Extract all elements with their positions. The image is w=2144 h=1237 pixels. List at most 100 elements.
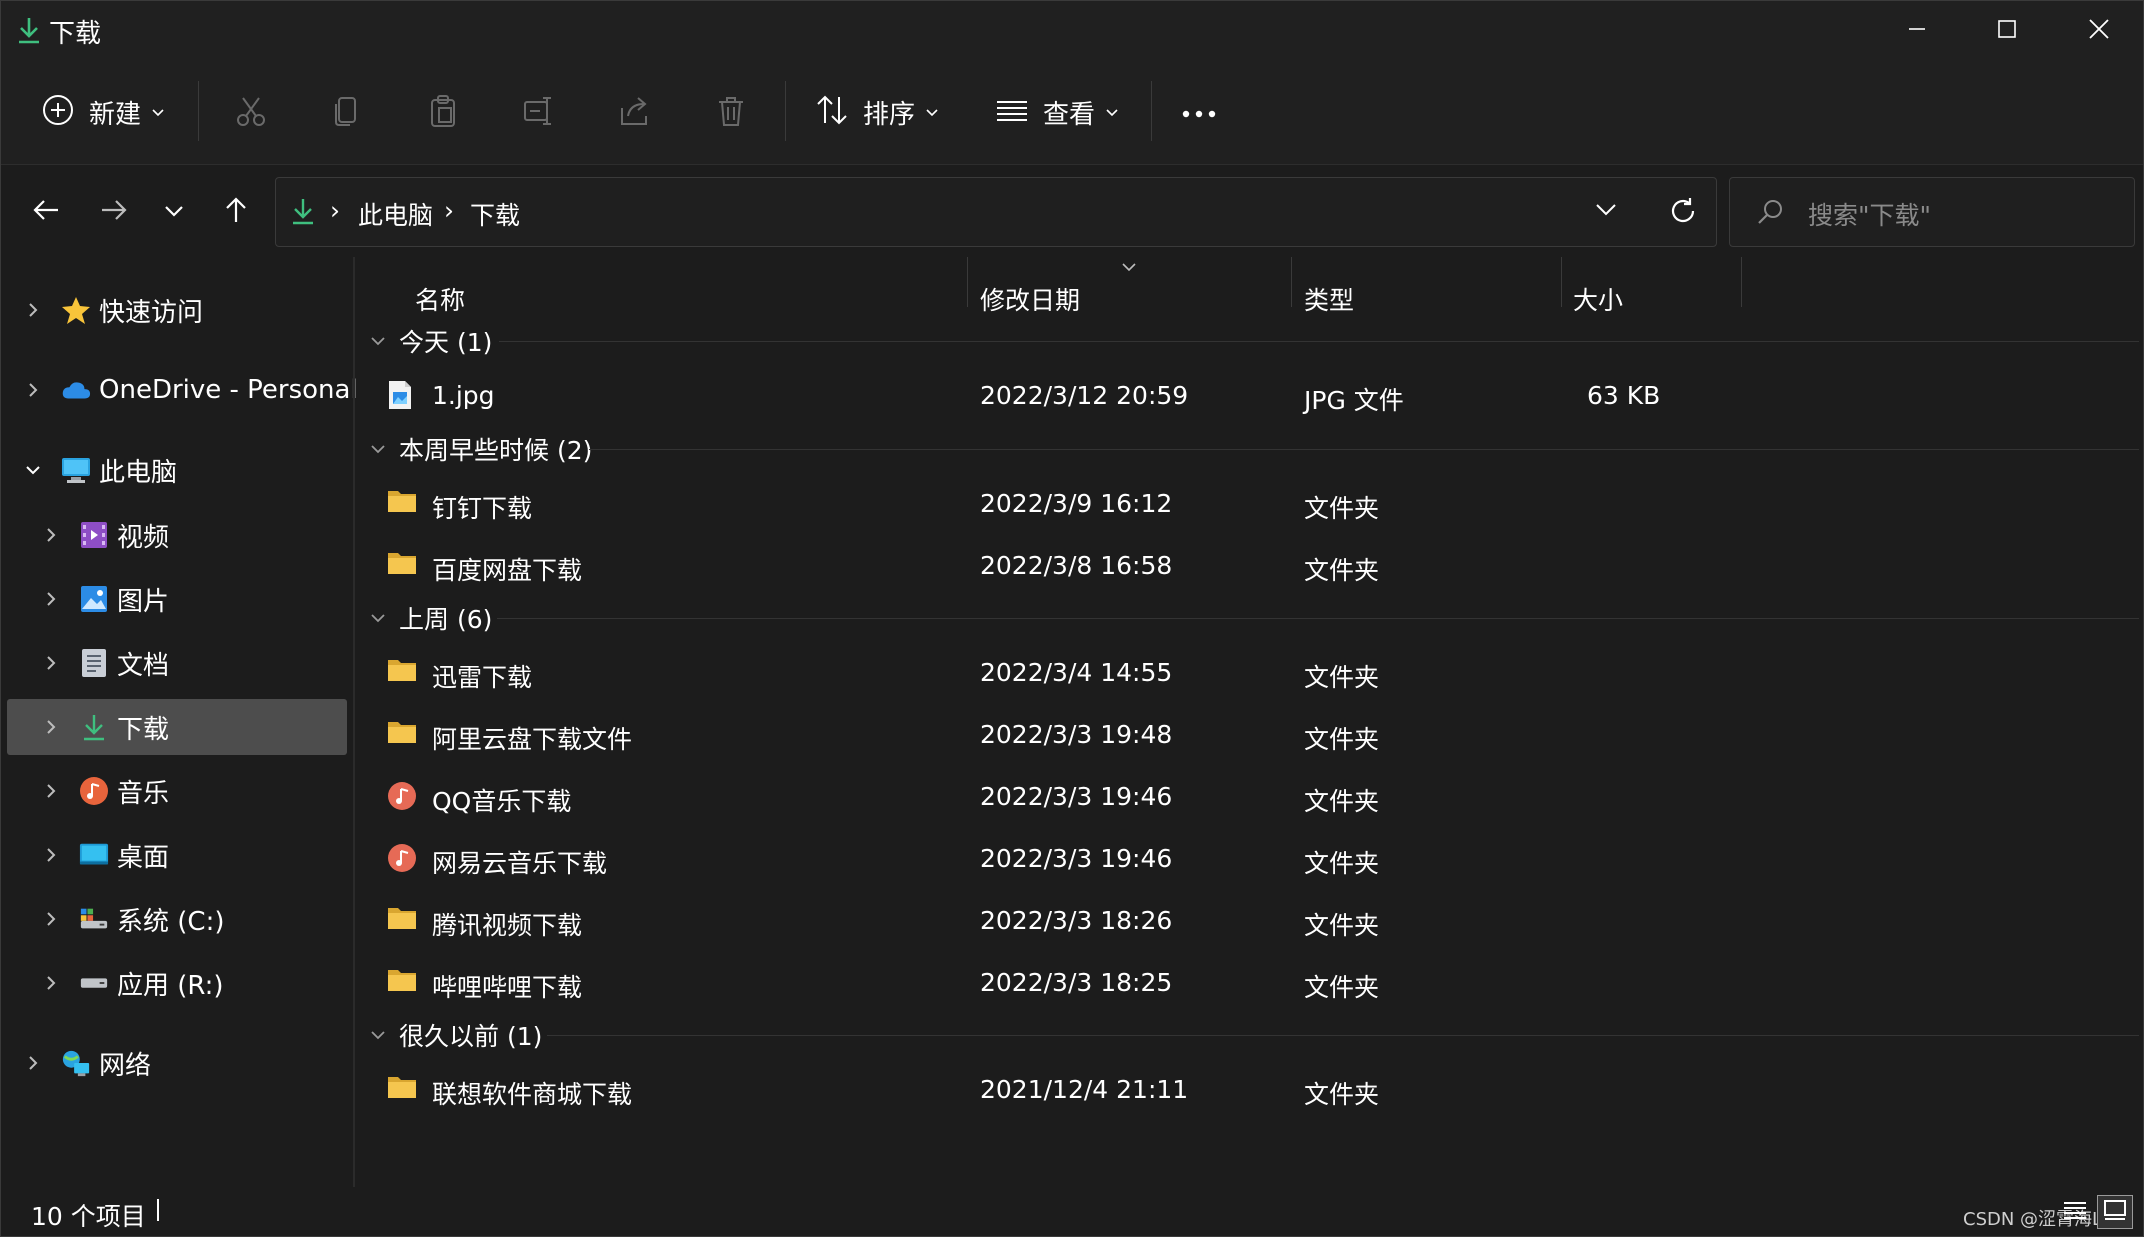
file-type: 文件夹: [1304, 556, 1380, 585]
details-view-button[interactable]: [2057, 1195, 2093, 1229]
sidebar-item-music[interactable]: 音乐: [7, 763, 347, 819]
chevron-right-icon[interactable]: [23, 1053, 43, 1073]
column-separator[interactable]: [1291, 257, 1292, 307]
chevron-right-icon[interactable]: [41, 717, 61, 737]
group-divider: [499, 341, 2139, 342]
refresh-button[interactable]: [1668, 196, 1698, 230]
rename-button[interactable]: [511, 85, 567, 141]
file-date: 2022/3/3 19:46: [980, 782, 1173, 811]
network-icon: [61, 1048, 91, 1078]
chevron-right-icon[interactable]: [41, 589, 61, 609]
file-row[interactable]: 联想软件商城下载 2021/12/4 21:11 文件夹: [387, 1061, 2087, 1117]
column-header-date[interactable]: 修改日期: [980, 281, 1080, 317]
group-label: 很久以前 (1): [399, 1022, 543, 1051]
minimize-button[interactable]: [1871, 1, 1963, 57]
file-row[interactable]: 1.jpg 2022/3/12 20:59 JPG 文件 63 KB: [387, 367, 2087, 423]
copy-icon: [330, 94, 364, 132]
chevron-right-icon[interactable]: [41, 909, 61, 929]
breadcrumb-downloads[interactable]: 下载: [470, 196, 520, 232]
more-options-button[interactable]: [1171, 85, 1227, 141]
sidebar-item-desktop[interactable]: 桌面: [7, 827, 347, 883]
file-row[interactable]: 阿里云盘下载文件 2022/3/3 19:48 文件夹: [387, 706, 2087, 762]
file-row[interactable]: 迅雷下载 2022/3/4 14:55 文件夹: [387, 644, 2087, 700]
file-row[interactable]: QQ音乐下载 2022/3/3 19:46 文件夹: [387, 768, 2087, 824]
command-bar: 新建 排序 查看: [1, 57, 2143, 165]
sidebar-item-onedrive[interactable]: OneDrive - Personal: [7, 362, 358, 418]
close-button[interactable]: [2053, 1, 2143, 57]
chevron-down-icon[interactable]: [23, 460, 43, 480]
music-icon: [79, 776, 109, 806]
address-history-button[interactable]: [1594, 202, 1618, 222]
column-header-type[interactable]: 类型: [1304, 281, 1354, 317]
file-row[interactable]: 百度网盘下载 2022/3/8 16:58 文件夹: [387, 537, 2087, 593]
sort-icon: [815, 93, 849, 131]
file-date: 2022/3/3 18:26: [980, 906, 1173, 935]
address-bar[interactable]: › 此电脑 › 下载: [275, 177, 1717, 247]
file-row[interactable]: 哔哩哔哩下载 2022/3/3 18:25 文件夹: [387, 954, 2087, 1010]
sort-button[interactable]: 排序: [815, 77, 939, 147]
file-type: 文件夹: [1304, 663, 1380, 692]
sidebar-item-pictures[interactable]: 图片: [7, 571, 347, 627]
sidebar-item-drive-r[interactable]: 应用 (R:): [7, 955, 347, 1011]
file-row[interactable]: 腾讯视频下载 2022/3/3 18:26 文件夹: [387, 892, 2087, 948]
column-separator[interactable]: [1561, 257, 1562, 307]
chevron-right-icon[interactable]: [41, 781, 61, 801]
cloud-icon: [61, 375, 91, 405]
up-button[interactable]: [211, 187, 261, 237]
sidebar-item-label: 下载: [117, 714, 170, 745]
view-button[interactable]: 查看: [995, 77, 1119, 147]
group-header-long-ago[interactable]: 很久以前 (1): [369, 1015, 542, 1055]
back-button[interactable]: [21, 187, 71, 237]
copy-button[interactable]: [319, 85, 375, 141]
file-date: 2022/3/8 16:58: [980, 551, 1173, 580]
column-separator[interactable]: [967, 257, 968, 307]
large-icons-view-button[interactable]: [2097, 1195, 2133, 1229]
sidebar-item-drive-c[interactable]: 系统 (C:): [7, 891, 347, 947]
column-separator[interactable]: [1741, 257, 1742, 307]
group-header-last-week[interactable]: 上周 (6): [369, 598, 492, 638]
chevron-right-icon[interactable]: [41, 973, 61, 993]
drive-icon: [79, 968, 109, 998]
column-header-size[interactable]: 大小: [1573, 281, 1623, 317]
column-header-name[interactable]: 名称: [415, 281, 465, 317]
new-button[interactable]: 新建: [41, 77, 165, 147]
file-name: 1.jpg: [432, 381, 495, 410]
cut-button[interactable]: [223, 85, 279, 141]
navigation-pane: 快速访问 OneDrive - Personal 此电脑 视频 图片 文档 下载…: [1, 257, 358, 1187]
file-row[interactable]: 网易云音乐下载 2022/3/3 19:46 文件夹: [387, 830, 2087, 886]
group-header-today[interactable]: 今天 (1): [369, 321, 492, 361]
chevron-right-icon[interactable]: [41, 525, 61, 545]
sidebar-item-documents[interactable]: 文档: [7, 635, 347, 691]
file-name: 联想软件商城下载: [432, 1080, 633, 1109]
search-box[interactable]: 搜索"下载": [1729, 177, 2135, 247]
file-list: 名称 修改日期 类型 大小 今天 (1) 1.jpg 2022/3/12 20:…: [357, 257, 2143, 1187]
pane-splitter[interactable]: [353, 257, 355, 1187]
folder-icon: [387, 1074, 417, 1104]
breadcrumb-this-pc[interactable]: 此电脑: [358, 196, 433, 232]
sidebar-item-network[interactable]: 网络: [7, 1035, 347, 1091]
chevron-down-icon: [1121, 257, 1137, 276]
maximize-button[interactable]: [1961, 1, 2053, 57]
file-name: 百度网盘下载: [432, 556, 583, 585]
chevron-right-icon[interactable]: [23, 300, 43, 320]
file-row[interactable]: 钉钉下载 2022/3/9 16:12 文件夹: [387, 475, 2087, 531]
file-type: 文件夹: [1304, 911, 1380, 940]
paste-button[interactable]: [415, 85, 471, 141]
recent-locations-button[interactable]: [149, 187, 199, 237]
search-input[interactable]: 搜索"下载": [1808, 196, 1931, 232]
sidebar-item-quick-access[interactable]: 快速访问: [7, 282, 347, 338]
download-icon: [15, 15, 43, 45]
chevron-right-icon[interactable]: [41, 653, 61, 673]
sidebar-item-this-pc[interactable]: 此电脑: [7, 442, 347, 498]
sidebar-item-label: 快速访问: [99, 297, 204, 328]
share-button[interactable]: [607, 85, 663, 141]
sidebar-item-videos[interactable]: 视频: [7, 507, 347, 563]
chevron-right-icon[interactable]: [41, 845, 61, 865]
file-date: 2022/3/12 20:59: [980, 381, 1189, 410]
delete-button[interactable]: [703, 85, 759, 141]
group-header-earlier-this-week[interactable]: 本周早些时候 (2): [369, 429, 592, 469]
forward-button[interactable]: [89, 187, 139, 237]
clipboard-icon: [426, 94, 460, 132]
sidebar-item-downloads[interactable]: 下载: [7, 699, 347, 755]
chevron-right-icon[interactable]: [23, 380, 43, 400]
